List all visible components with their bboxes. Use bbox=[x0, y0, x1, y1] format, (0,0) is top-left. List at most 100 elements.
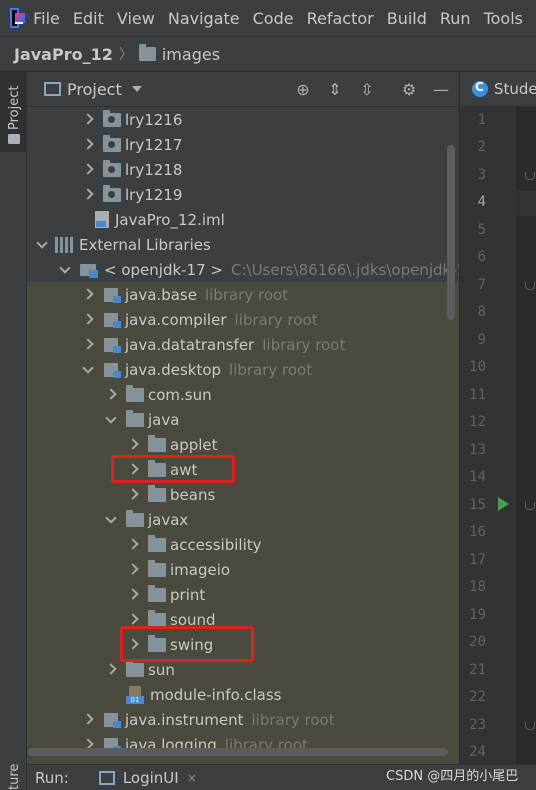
chevron-down-icon[interactable] bbox=[131, 86, 142, 92]
menu-edit[interactable]: Edit bbox=[73, 9, 104, 28]
tree-row[interactable]: applet bbox=[27, 432, 459, 457]
breadcrumb-folder[interactable]: images bbox=[162, 45, 220, 64]
menu-code[interactable]: Code bbox=[253, 9, 294, 28]
tree-horizontal-scrollbar[interactable] bbox=[28, 748, 448, 756]
tree-row-label: java.datatransfer bbox=[125, 335, 255, 354]
class-file-icon bbox=[126, 686, 144, 704]
tree-row[interactable]: java.compiler library root bbox=[27, 307, 459, 332]
tree-row[interactable]: lry1216 bbox=[27, 107, 459, 132]
library-root-icon bbox=[103, 712, 121, 728]
line-number: 18 bbox=[469, 579, 486, 595]
tree-row-label: com.sun bbox=[148, 385, 212, 404]
chevron-right-icon[interactable] bbox=[126, 557, 140, 582]
project-tree: lry1216 lry1217 lry1218 lry1219 JavaPro_… bbox=[27, 107, 459, 764]
chevron-down-icon[interactable] bbox=[58, 257, 72, 282]
tree-row[interactable]: javax bbox=[27, 507, 459, 532]
tree-row[interactable]: External Libraries bbox=[27, 232, 459, 257]
tree-row-hint: library root bbox=[204, 285, 289, 304]
chevron-right-icon[interactable] bbox=[126, 482, 140, 507]
library-root-icon bbox=[103, 287, 121, 303]
tree-row[interactable]: print bbox=[27, 582, 459, 607]
chevron-down-icon[interactable] bbox=[104, 407, 118, 432]
chevron-right-icon[interactable] bbox=[81, 182, 95, 207]
chevron-right-icon[interactable] bbox=[81, 307, 95, 332]
collapse-all-icon[interactable]: ⇳ bbox=[357, 80, 377, 100]
tree-row[interactable]: java.base library root bbox=[27, 282, 459, 307]
tree-row[interactable]: < openjdk-17 > C:\Users\86166\.jdks\open… bbox=[27, 257, 459, 282]
chevron-right-icon[interactable] bbox=[126, 532, 140, 557]
tree-row[interactable]: accessibility bbox=[27, 532, 459, 557]
chevron-right-icon[interactable] bbox=[81, 132, 95, 157]
minimize-icon[interactable]: — bbox=[431, 80, 451, 100]
project-view-icon bbox=[44, 82, 61, 96]
chevron-right-icon[interactable] bbox=[104, 657, 118, 682]
locate-target-icon[interactable]: ⊕ bbox=[293, 80, 313, 100]
line-number: 21 bbox=[469, 662, 486, 678]
menu-refactor[interactable]: Refactor bbox=[307, 9, 374, 28]
editor-tab[interactable]: Stude bbox=[460, 72, 536, 107]
tree-row-label: < openjdk-17 > bbox=[104, 260, 223, 279]
tree-row-label: java.base bbox=[125, 285, 197, 304]
fold-marker-icon[interactable] bbox=[525, 722, 535, 730]
chevron-down-icon[interactable] bbox=[104, 507, 118, 532]
chevron-right-icon[interactable] bbox=[81, 282, 95, 307]
panel-title[interactable]: Project bbox=[67, 80, 122, 99]
tree-row[interactable]: lry1219 bbox=[27, 182, 459, 207]
line-number: 24 bbox=[469, 744, 486, 760]
tree-row[interactable]: awt bbox=[27, 457, 459, 482]
folder-icon bbox=[138, 44, 156, 61]
chevron-down-icon[interactable] bbox=[35, 232, 49, 257]
line-number: 1 bbox=[477, 112, 486, 128]
run-config-icon bbox=[98, 770, 115, 785]
tree-row-hint: C:\Users\86166\.jdks\openjdk-17 bbox=[230, 260, 459, 279]
chevron-right-icon[interactable] bbox=[104, 382, 118, 407]
tree-row-label: imageio bbox=[170, 560, 231, 579]
tree-row[interactable]: module-info.class bbox=[27, 682, 459, 707]
fold-marker-icon[interactable] bbox=[525, 502, 535, 510]
project-tool-tab-label[interactable]: Project bbox=[7, 80, 22, 130]
chevron-right-icon[interactable] bbox=[81, 157, 95, 182]
menu-file[interactable]: File bbox=[33, 9, 60, 28]
tree-row[interactable]: java.desktop library root bbox=[27, 357, 459, 382]
tree-row-hint: library root bbox=[229, 360, 313, 379]
tree-row[interactable]: java.datatransfer library root bbox=[27, 332, 459, 357]
chevron-down-icon[interactable] bbox=[81, 357, 95, 382]
line-number: 13 bbox=[469, 442, 486, 458]
breadcrumb-project[interactable]: JavaPro_12 bbox=[14, 45, 113, 64]
expand-all-icon[interactable]: ⇕ bbox=[325, 80, 345, 100]
line-number: 20 bbox=[469, 634, 486, 650]
tree-row[interactable]: lry1217 bbox=[27, 132, 459, 157]
tree-vertical-scrollbar[interactable] bbox=[447, 145, 455, 320]
tree-row[interactable]: imageio bbox=[27, 557, 459, 582]
menu-tools[interactable]: Tools bbox=[484, 9, 523, 28]
tree-row-label: java.instrument bbox=[125, 710, 244, 729]
tree-row[interactable]: java bbox=[27, 407, 459, 432]
chevron-right-icon[interactable] bbox=[81, 107, 95, 132]
structure-tool-tab-label[interactable]: ture bbox=[7, 764, 22, 790]
run-gutter-icon[interactable] bbox=[498, 497, 509, 511]
chevron-right-icon[interactable] bbox=[81, 332, 95, 357]
gear-icon[interactable]: ⚙ bbox=[399, 80, 419, 100]
fold-marker-icon[interactable] bbox=[525, 282, 535, 290]
tree-row[interactable]: JavaPro_12.iml bbox=[27, 207, 459, 232]
chevron-right-icon[interactable] bbox=[126, 432, 140, 457]
chevron-right-icon[interactable] bbox=[126, 582, 140, 607]
package-folder-icon bbox=[148, 559, 166, 577]
project-panel-header: Project ⊕ ⇕ ⇳ ⚙ — bbox=[27, 72, 459, 107]
chevron-right-icon[interactable] bbox=[81, 707, 95, 732]
line-number: 11 bbox=[469, 387, 486, 403]
menu-navigate[interactable]: Navigate bbox=[168, 9, 240, 28]
tree-row-label: sun bbox=[148, 660, 175, 679]
fold-marker-icon[interactable] bbox=[525, 172, 535, 180]
line-number: 8 bbox=[477, 304, 486, 320]
tree-row[interactable]: lry1218 bbox=[27, 157, 459, 182]
tree-row-label: lry1216 bbox=[125, 110, 183, 129]
tree-row[interactable]: com.sun bbox=[27, 382, 459, 407]
close-icon[interactable]: × bbox=[187, 771, 197, 785]
menu-view[interactable]: View bbox=[117, 9, 155, 28]
tree-row[interactable]: beans bbox=[27, 482, 459, 507]
tree-row[interactable]: java.instrument library root bbox=[27, 707, 459, 732]
menu-run[interactable]: Run bbox=[440, 9, 471, 28]
menu-build[interactable]: Build bbox=[387, 9, 427, 28]
run-tab-loginui[interactable]: LoginUI bbox=[123, 769, 179, 787]
